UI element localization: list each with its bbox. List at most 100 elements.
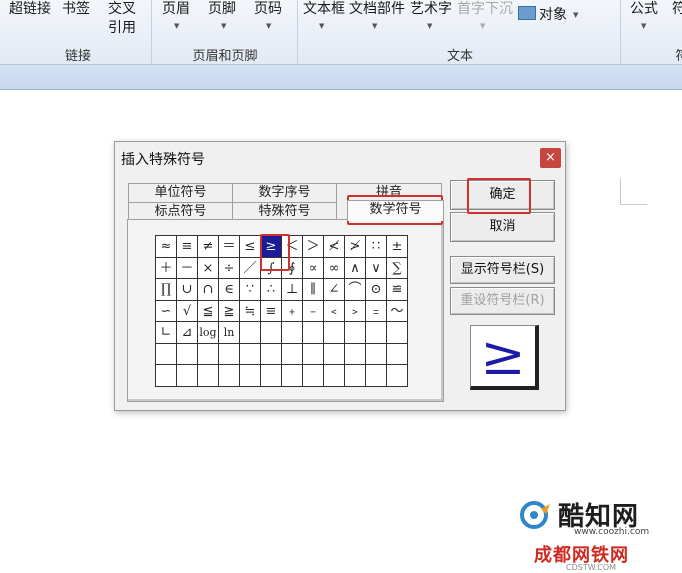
header-button[interactable]: 页眉 <box>162 0 190 18</box>
symbol-cell[interactable]: ≦ <box>198 300 219 322</box>
symbol-cell[interactable] <box>177 365 198 387</box>
close-button[interactable]: × <box>540 148 561 168</box>
symbol-cell[interactable] <box>261 322 282 344</box>
symbol-cell[interactable]: ≡ <box>177 236 198 258</box>
symbol-cell[interactable]: ≧ <box>219 300 240 322</box>
symbol-cell[interactable]: ＜ <box>282 236 303 258</box>
symbol-cell[interactable]: ／ <box>240 257 261 279</box>
chevron-down-icon[interactable]: ▼ <box>174 22 179 30</box>
chevron-down-icon[interactable]: ▼ <box>266 22 271 30</box>
chevron-down-icon[interactable]: ▼ <box>641 22 646 30</box>
chevron-down-icon[interactable]: ▼ <box>221 22 226 30</box>
symbol-cell[interactable]: ﹥ <box>345 300 366 322</box>
symbol-cell[interactable]: ∫ <box>261 257 282 279</box>
ok-button[interactable]: 确定 <box>450 180 555 210</box>
symbol-cell[interactable]: ∩ <box>198 279 219 301</box>
symbol-cell[interactable]: ∈ <box>219 279 240 301</box>
symbol-cell[interactable]: ﹦ <box>366 300 387 322</box>
symbol-cell[interactable]: ⊙ <box>366 279 387 301</box>
symbol-cell[interactable] <box>282 322 303 344</box>
symbol-cell[interactable] <box>366 322 387 344</box>
symbol-cell[interactable]: ∥ <box>303 279 324 301</box>
symbol-cell[interactable]: ⌒ <box>345 279 366 301</box>
symbol-cell[interactable] <box>387 343 408 365</box>
symbol-cell[interactable]: ≠ <box>198 236 219 258</box>
symbol-cell[interactable]: ∵ <box>240 279 261 301</box>
wordart-button[interactable]: 艺术字 <box>410 0 452 18</box>
chevron-down-icon[interactable]: ▼ <box>573 11 578 19</box>
symbol-cell[interactable]: ∽ <box>156 300 177 322</box>
symbol-cell[interactable] <box>219 343 240 365</box>
symbol-cell[interactable] <box>324 322 345 344</box>
symbol-cell[interactable]: √ <box>177 300 198 322</box>
symbol-cell[interactable]: ∪ <box>177 279 198 301</box>
symbol-cell[interactable]: ≒ <box>240 300 261 322</box>
cross-reference-button-line2[interactable]: 引用 <box>108 19 136 37</box>
symbol-cell[interactable]: ∷ <box>366 236 387 258</box>
symbol-cell[interactable]: ＝ <box>219 236 240 258</box>
symbol-cell[interactable]: ÷ <box>219 257 240 279</box>
symbol-cell[interactable] <box>198 365 219 387</box>
symbol-cell[interactable] <box>366 365 387 387</box>
symbol-cell[interactable]: ⊿ <box>177 322 198 344</box>
show-symbol-bar-button[interactable]: 显示符号栏(S) <box>450 256 555 284</box>
reset-symbol-bar-button[interactable]: 重设符号栏(R) <box>450 287 555 315</box>
symbol-cell[interactable] <box>303 343 324 365</box>
bookmark-button[interactable]: 书签 <box>62 0 90 18</box>
tab-number-sequence[interactable]: 数字序号 <box>232 183 337 203</box>
symbol-cell[interactable]: ﹣ <box>303 300 324 322</box>
chevron-down-icon[interactable]: ▼ <box>372 22 377 30</box>
symbol-cell[interactable]: ≥ <box>261 236 282 258</box>
symbol-cell[interactable]: ∞ <box>324 257 345 279</box>
symbol-cell[interactable] <box>177 343 198 365</box>
symbol-cell[interactable]: ≡ <box>261 300 282 322</box>
page-number-button[interactable]: 页码 <box>254 0 282 18</box>
symbol-cell[interactable]: ∝ <box>303 257 324 279</box>
symbol-cell[interactable]: ∏ <box>156 279 177 301</box>
formula-button[interactable]: 公式 <box>630 0 658 18</box>
symbol-cell[interactable] <box>324 343 345 365</box>
symbol-cell[interactable]: ～ <box>387 300 408 322</box>
symbol-cell[interactable] <box>156 365 177 387</box>
symbol-cell[interactable]: ≌ <box>387 279 408 301</box>
symbol-cell[interactable] <box>303 322 324 344</box>
dropcap-button[interactable]: 首字下沉 <box>457 0 513 18</box>
symbol-cell[interactable]: ∟ <box>156 322 177 344</box>
symbol-cell[interactable] <box>240 343 261 365</box>
symbol-cell[interactable] <box>345 365 366 387</box>
symbol-cell[interactable] <box>387 365 408 387</box>
symbol-cell[interactable] <box>261 365 282 387</box>
symbol-cell[interactable]: ＞ <box>303 236 324 258</box>
chevron-down-icon[interactable]: ▼ <box>480 22 485 30</box>
symbol-cell[interactable]: － <box>177 257 198 279</box>
object-button[interactable]: 对象 <box>518 6 567 24</box>
symbol-cell[interactable]: ∠ <box>324 279 345 301</box>
chevron-down-icon[interactable]: ▼ <box>427 22 432 30</box>
symbol-cell[interactable] <box>387 322 408 344</box>
symbol-cell[interactable]: ＋ <box>156 257 177 279</box>
symbol-cell[interactable] <box>366 343 387 365</box>
symbol-cell[interactable]: ∴ <box>261 279 282 301</box>
cancel-button[interactable]: 取消 <box>450 212 555 242</box>
symbol-cell[interactable] <box>156 343 177 365</box>
symbol-cell[interactable]: ∮ <box>282 257 303 279</box>
symbol-cell[interactable] <box>324 365 345 387</box>
symbol-cell[interactable] <box>282 365 303 387</box>
symbol-cell[interactable]: ± <box>387 236 408 258</box>
tab-unit-symbols[interactable]: 单位符号 <box>128 183 233 203</box>
symbol-cell[interactable]: × <box>198 257 219 279</box>
symbol-cell[interactable]: log <box>198 322 219 344</box>
symbol-cell[interactable]: ≮ <box>324 236 345 258</box>
symbol-cell[interactable] <box>240 322 261 344</box>
footer-button[interactable]: 页脚 <box>208 0 236 18</box>
symbol-cell[interactable] <box>345 322 366 344</box>
symbol-cell[interactable]: ≤ <box>240 236 261 258</box>
symbol-cell[interactable]: ﹢ <box>282 300 303 322</box>
symbol-cell[interactable]: ﹤ <box>324 300 345 322</box>
symbol-cell[interactable]: ∧ <box>345 257 366 279</box>
symbol-cell[interactable] <box>261 343 282 365</box>
symbol-cell[interactable] <box>240 365 261 387</box>
symbol-cell[interactable]: ∑ <box>387 257 408 279</box>
textbox-button[interactable]: 文本框 <box>303 0 345 18</box>
chevron-down-icon[interactable]: ▼ <box>319 22 324 30</box>
